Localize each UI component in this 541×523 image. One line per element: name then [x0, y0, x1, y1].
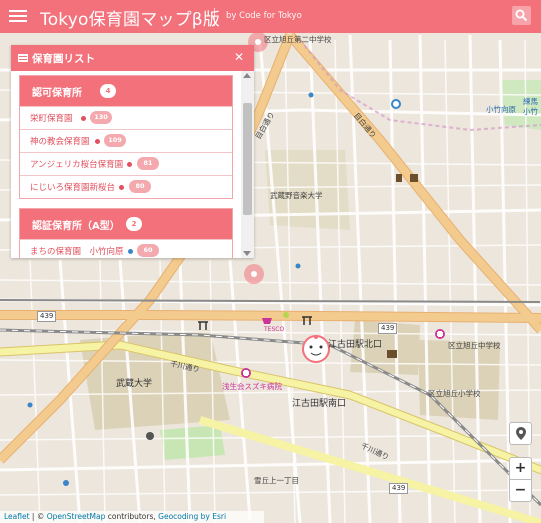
map-label: 江古田駅南口 [292, 399, 347, 409]
scroll-up-icon[interactable] [243, 73, 251, 78]
section-ninsho-a: 認証保育所（A型） 2 まちの保育園 小竹向原 60 [19, 208, 233, 258]
map-label: 武蔵大学 [116, 379, 153, 389]
capacity-badge: 109 [104, 134, 126, 147]
scroll-down-icon[interactable] [243, 251, 251, 256]
title-divider [214, 8, 215, 26]
list-item[interactable]: アンジェリカ桜台保育園 81 [20, 152, 232, 175]
map-attribution: Leaflet | © OpenStreetMap contributors, … [0, 511, 264, 523]
map-label: 区立旭丘第二中学校 [264, 35, 332, 44]
attribution-separator: | © [29, 512, 47, 521]
section-header[interactable]: 認証保育所（A型） 2 [20, 209, 232, 239]
type-dot [119, 185, 124, 190]
capacity-badge: 81 [137, 157, 159, 170]
app-header: Tokyo保育園マップβ版 by Code for Tokyo [0, 0, 541, 33]
section-title: 認可保育所 [32, 88, 82, 99]
attribution-text: contributors, [105, 512, 159, 521]
search-icon [515, 9, 528, 22]
map-label: 雪丘上一丁目 [254, 476, 299, 485]
section-title: 認証保育所（A型） [32, 221, 120, 232]
map-label: 区立旭丘中学校 [448, 341, 501, 350]
scrollbar-thumb[interactable] [243, 103, 252, 215]
type-dot [81, 116, 86, 121]
map-label: 小竹 [523, 107, 538, 116]
byline[interactable]: by Code for Tokyo [226, 11, 302, 21]
list-item[interactable]: 神の教会保育園 109 [20, 129, 232, 152]
zoom-in-button[interactable]: + [509, 457, 532, 480]
map-label: TESCO [264, 326, 285, 333]
scrollbar[interactable] [241, 71, 254, 258]
section-header[interactable]: 認可保育所 4 [20, 76, 232, 106]
capacity-badge: 130 [90, 111, 112, 124]
panel-title: 保育園リスト [32, 53, 95, 65]
map-label: 小竹向原 [486, 105, 516, 114]
nursery-name: アンジェリカ桜台保育園 [30, 160, 124, 170]
zoom-out-button[interactable]: − [509, 479, 532, 502]
location-pin-icon [515, 427, 526, 440]
search-button[interactable] [512, 6, 531, 25]
capacity-badge: 60 [137, 244, 159, 257]
route-shield: 439 [389, 483, 409, 494]
osm-link[interactable]: OpenStreetMap [47, 512, 106, 521]
nursery-name: まちの保育園 小竹向原 [30, 247, 124, 257]
type-dot [128, 249, 133, 254]
hamburger-menu-icon[interactable] [9, 7, 27, 25]
route-shield: 439 [37, 311, 57, 322]
route-shield: 439 [378, 323, 398, 334]
app-title: Tokyo保育園マップβ版 [40, 10, 221, 30]
nursery-name: にじいろ保育園新桜台 [30, 183, 116, 193]
nursery-name: 栄町保育園 [30, 114, 73, 124]
list-item[interactable]: 栄町保育園 130 [20, 106, 232, 129]
section-ninka: 認可保育所 4 栄町保育園 130 神の教会保育園 109 アンジェリカ桜台保育… [19, 75, 233, 199]
nursery-name: 神の教会保育園 [30, 137, 90, 147]
map-label: 江古田駅北口 [328, 340, 383, 350]
list-icon [18, 54, 28, 62]
leaflet-link[interactable]: Leaflet [4, 512, 30, 521]
section-count-badge: 4 [100, 84, 116, 98]
nursery-list-panel: 保育園リスト ✕ 認可保育所 4 栄町保育園 130 神の教会保育園 109 ア… [11, 45, 254, 258]
panel-header: 保育園リスト ✕ [11, 45, 254, 71]
capacity-badge: 80 [129, 180, 151, 193]
type-dot [95, 139, 100, 144]
map-label: 武蔵野音楽大学 [270, 191, 323, 200]
list-item[interactable]: にじいろ保育園新桜台 80 [20, 175, 232, 198]
list-item[interactable]: まちの保育園 小竹向原 60 [20, 239, 232, 258]
locate-button[interactable] [509, 422, 532, 445]
panel-body[interactable]: 認可保育所 4 栄町保育園 130 神の教会保育園 109 アンジェリカ桜台保育… [11, 71, 254, 258]
esri-link[interactable]: Geocoding by Esri [158, 512, 226, 521]
close-icon[interactable]: ✕ [234, 50, 244, 64]
map-label: 区立旭丘小学校 [428, 389, 481, 398]
section-count-badge: 2 [126, 217, 142, 231]
type-dot [127, 162, 132, 167]
map-label: 浅生会スズキ病院 [222, 382, 282, 391]
